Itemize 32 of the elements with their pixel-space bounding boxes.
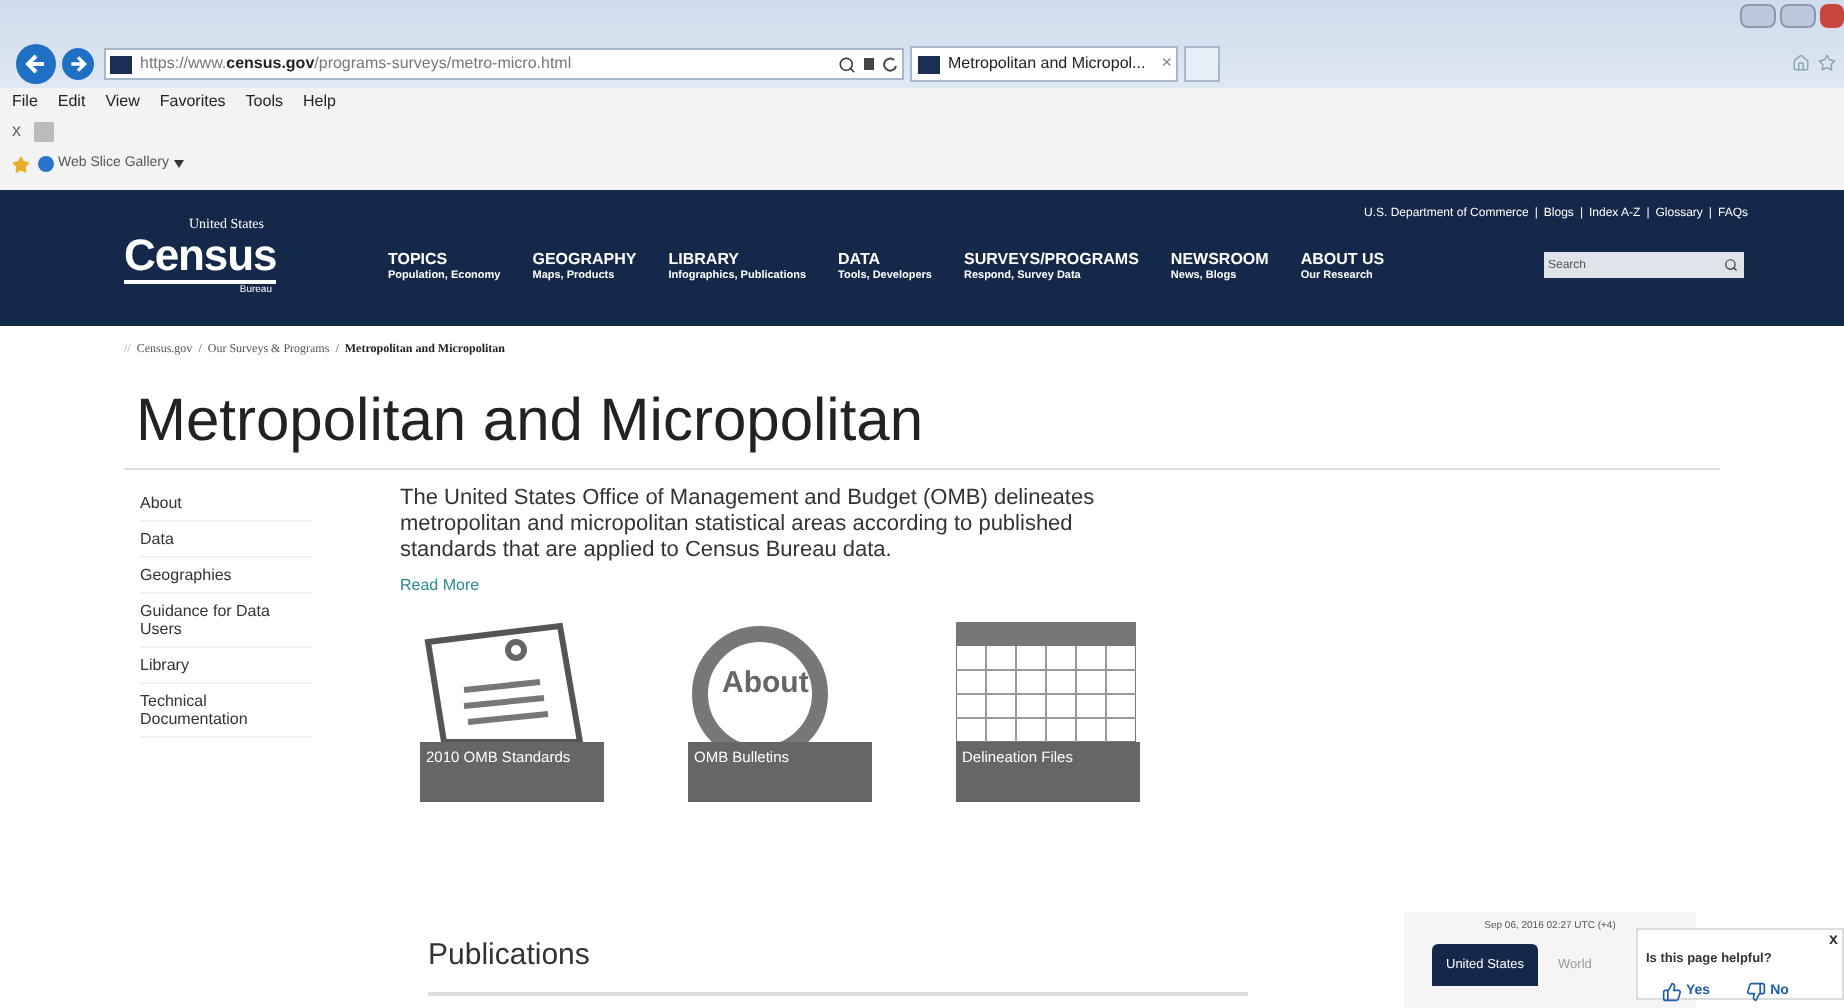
menu-item[interactable]: File (12, 90, 38, 114)
publications-heading: Publications (428, 938, 590, 972)
sidebar-link[interactable]: Data (140, 522, 312, 558)
about-label: About (722, 664, 809, 704)
nav-title: NEWSROOM (1170, 250, 1269, 270)
logo-main-text: Census (124, 232, 277, 280)
nav-title: LIBRARY (668, 250, 742, 270)
menu-item[interactable]: Help (302, 90, 336, 114)
sidebar-link[interactable]: Guidance for Data Users (140, 594, 312, 648)
tab-title: Metropolitan and Micropol... (948, 52, 1146, 76)
sidebar-link[interactable]: Library (140, 648, 312, 684)
feedback-close-button[interactable]: x (1829, 930, 1838, 948)
command-close-button[interactable]: x (12, 118, 21, 146)
tab-close-button[interactable]: × (1161, 50, 1172, 78)
address-field[interactable]: https://www.census.gov/programs-surveys/metro-micro.html (104, 48, 904, 80)
nav-title: ABOUT US (1300, 250, 1385, 270)
page-title: Metropolitan and Micropolitan (136, 392, 926, 452)
menu-item[interactable]: Favorites (159, 90, 226, 114)
nav-title: DATA (838, 250, 883, 270)
menu-item[interactable]: View (105, 90, 140, 114)
menu-item[interactable]: Tools (245, 90, 283, 114)
sidebar-link[interactable]: Geographies (140, 558, 312, 594)
nav-title: GEOGRAPHY (532, 250, 637, 270)
browser-tab[interactable]: Metropolitan and Micropol... × (910, 46, 1178, 82)
nav-title: TOPICS (388, 250, 450, 270)
intro-paragraph: The United States Office of Management and Budget (OMB) delineates metropolitan and micropolitan statistical areas according to published standards that are applied to Census Bureau data. (400, 486, 1097, 564)
sidebar-link[interactable]: About (140, 486, 312, 522)
nav-title: SURVEYS/PROGRAMS (963, 250, 1139, 270)
menu-item[interactable]: Edit (57, 90, 86, 114)
url-text: https://www.census.gov/programs-surveys/metro-micro.html (140, 52, 572, 76)
sidebar-link[interactable]: Technical Documentation (140, 684, 312, 738)
read-more-link[interactable]: Read More (400, 574, 1160, 598)
